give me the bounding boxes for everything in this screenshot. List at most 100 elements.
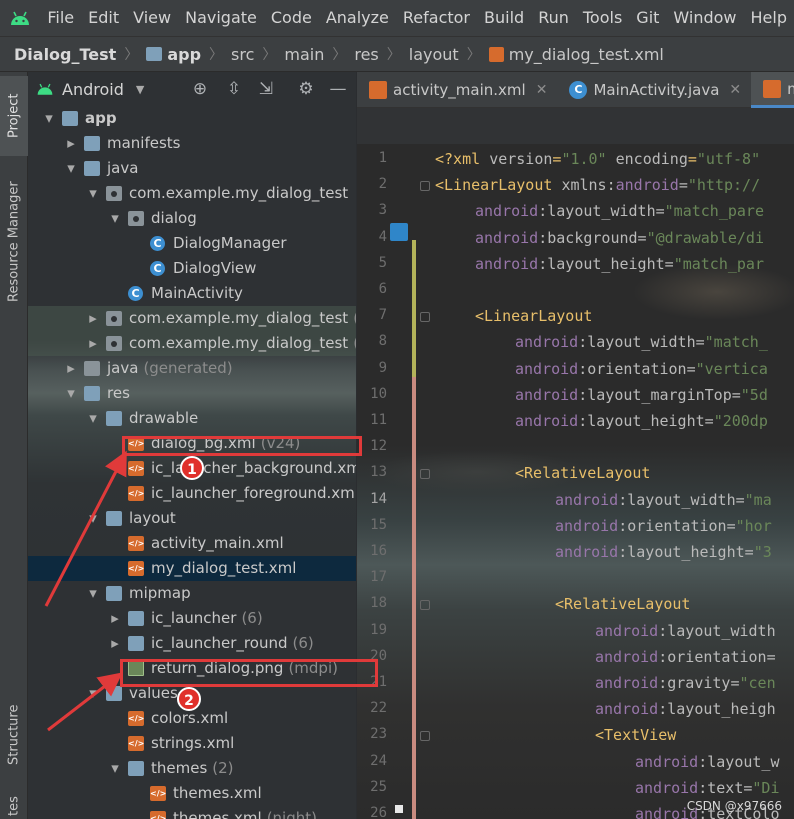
tree-row[interactable]: ▾ drawable — [28, 406, 356, 431]
tree-row[interactable]: ▾ app — [28, 106, 356, 131]
tree-row[interactable]: ▾ mipmap — [28, 581, 356, 606]
menu-edit[interactable]: Edit — [81, 0, 126, 36]
tree-item-qualifier: (2) — [212, 759, 234, 777]
menu-run[interactable]: Run — [531, 0, 576, 36]
close-icon[interactable]: ✕ — [729, 82, 741, 98]
chevron-down-icon[interactable]: ▾ — [64, 381, 78, 406]
menu-help[interactable]: Help — [744, 0, 794, 36]
line-number: 1 — [378, 150, 387, 166]
hide-icon[interactable]: — — [328, 79, 348, 99]
tree-row[interactable]: </> strings.xml — [28, 731, 356, 756]
tree-row[interactable]: </> ic_launcher_foreground.xml — [28, 481, 356, 506]
xml-icon: </> — [150, 811, 166, 819]
menu-refactor[interactable]: Refactor — [396, 0, 477, 36]
chevron-down-icon[interactable]: ▾ — [86, 181, 100, 206]
chevron-right-icon[interactable]: ▸ — [64, 131, 78, 156]
chevron-down-icon[interactable]: ▾ — [86, 406, 100, 431]
chevron-down-icon[interactable]: ▾ — [108, 206, 122, 231]
chevron-right-icon[interactable]: ▸ — [108, 631, 122, 656]
breadcrumb-item[interactable]: res — [354, 45, 378, 64]
editor-tab[interactable]: C MainActivity.java ✕ — [557, 72, 751, 108]
tree-item-text: DialogView — [173, 256, 256, 281]
tree-row[interactable]: ▸ ic_launcher_round (6) — [28, 631, 356, 656]
tree-item-text: ic_launcher_foreground.xml — [151, 481, 356, 506]
tree-row[interactable]: ▾ res — [28, 381, 356, 406]
breadcrumb-item[interactable]: Dialog_Test — [14, 45, 116, 64]
tree-row[interactable]: C DialogManager — [28, 231, 356, 256]
chevron-down-icon[interactable]: ▾ — [42, 106, 56, 131]
tree-row[interactable]: ▾ themes (2) — [28, 756, 356, 781]
code-token: android — [475, 254, 539, 273]
tree-row[interactable]: </> my_dialog_test.xml — [28, 556, 356, 581]
view-mode-dropdown[interactable]: Android ▼ — [36, 80, 144, 99]
code-token: "vertica — [695, 359, 768, 378]
background-preview-icon[interactable] — [390, 223, 408, 241]
menu-analyze[interactable]: Analyze — [319, 0, 396, 36]
code-line: android:background="@drawable/di — [435, 229, 764, 247]
tree-row[interactable]: ▾ layout — [28, 506, 356, 531]
tree-row[interactable]: ▾ java — [28, 156, 356, 181]
expand-all-icon[interactable]: ⇳ — [224, 79, 244, 99]
fold-marker-icon[interactable] — [420, 181, 430, 192]
tree-item-label: activity_main.xml — [151, 534, 284, 552]
fold-marker-icon[interactable] — [420, 600, 430, 611]
editor-tab-label: activity_main.xml — [393, 81, 526, 99]
code-token: <TextView — [595, 726, 677, 745]
menu-window[interactable]: Window — [666, 0, 743, 36]
favorites-tool-tab[interactable]: tes — [0, 794, 28, 819]
menu-file[interactable]: File — [40, 0, 81, 36]
tree-row[interactable]: ▸ com.example.my_dialog_test(t — [28, 331, 356, 356]
chevron-right-icon[interactable]: ▸ — [86, 306, 100, 331]
tree-row[interactable]: C DialogView — [28, 256, 356, 281]
code-token: android — [515, 359, 579, 378]
resource-manager-tool-tab[interactable]: Resource Manager — [0, 172, 28, 312]
tree-item-text: res — [107, 381, 130, 406]
tree-item-text: manifests — [107, 131, 181, 156]
menu-view[interactable]: View — [126, 0, 178, 36]
tree-row[interactable]: ▸ ic_launcher (6) — [28, 606, 356, 631]
tree-row[interactable]: ▸ java (generated) — [28, 356, 356, 381]
editor-tab[interactable]: my_ — [751, 72, 794, 108]
menu-code[interactable]: Code — [264, 0, 319, 36]
chevron-down-icon[interactable]: ▾ — [86, 681, 100, 706]
project-tool-tab[interactable]: Project — [0, 76, 28, 156]
line-number: 15 — [370, 516, 387, 533]
tree-row[interactable]: ▸ manifests — [28, 131, 356, 156]
tree-row[interactable]: ▾ dialog — [28, 206, 356, 231]
fold-marker-icon[interactable] — [420, 312, 430, 323]
fold-marker-icon[interactable] — [420, 731, 430, 742]
chevron-down-icon[interactable]: ▾ — [64, 156, 78, 181]
chevron-right-icon[interactable]: ▸ — [64, 356, 78, 381]
chevron-down-icon[interactable]: ▾ — [108, 756, 122, 781]
structure-tool-tab[interactable]: Structure — [0, 690, 28, 780]
breadcrumb-item[interactable]: layout — [409, 45, 459, 64]
tree-row[interactable]: </> activity_main.xml — [28, 531, 356, 556]
menu-navigate[interactable]: Navigate — [178, 0, 264, 36]
menu-git[interactable]: Git — [629, 0, 666, 36]
gear-icon[interactable]: ⚙ — [296, 79, 316, 99]
tree-row[interactable]: ▸ com.example.my_dialog_test(a — [28, 306, 356, 331]
breadcrumb-item[interactable]: my_dialog_test.xml — [509, 45, 664, 64]
editor-tab[interactable]: activity_main.xml ✕ — [357, 72, 557, 108]
tree-item-label: my_dialog_test.xml — [151, 559, 297, 577]
menu-tools[interactable]: Tools — [576, 0, 629, 36]
tree-row[interactable]: ▾ com.example.my_dialog_test — [28, 181, 356, 206]
breadcrumb-item[interactable]: app — [167, 45, 201, 64]
chevron-down-icon[interactable]: ▾ — [86, 581, 100, 606]
chevron-right-icon[interactable]: ▸ — [108, 606, 122, 631]
select-opened-file-icon[interactable]: ⊕ — [190, 79, 210, 99]
tree-row[interactable]: </> themes.xml (night) — [28, 806, 356, 819]
tree-row[interactable]: C MainActivity — [28, 281, 356, 306]
tree-item-label: themes.xml — [173, 809, 262, 819]
menu-build[interactable]: Build — [477, 0, 531, 36]
close-icon[interactable]: ✕ — [536, 82, 548, 98]
fold-marker-icon[interactable] — [420, 469, 430, 480]
line-number: 19 — [370, 621, 387, 638]
breadcrumb-item[interactable]: main — [284, 45, 324, 64]
breadcrumb-item[interactable]: src — [231, 45, 254, 64]
tree-row[interactable]: </> themes.xml — [28, 781, 356, 806]
line-number: 7 — [378, 307, 387, 324]
chevron-down-icon[interactable]: ▾ — [86, 506, 100, 531]
collapse-all-icon[interactable]: ⇲ — [256, 79, 276, 99]
chevron-right-icon[interactable]: ▸ — [86, 331, 100, 356]
